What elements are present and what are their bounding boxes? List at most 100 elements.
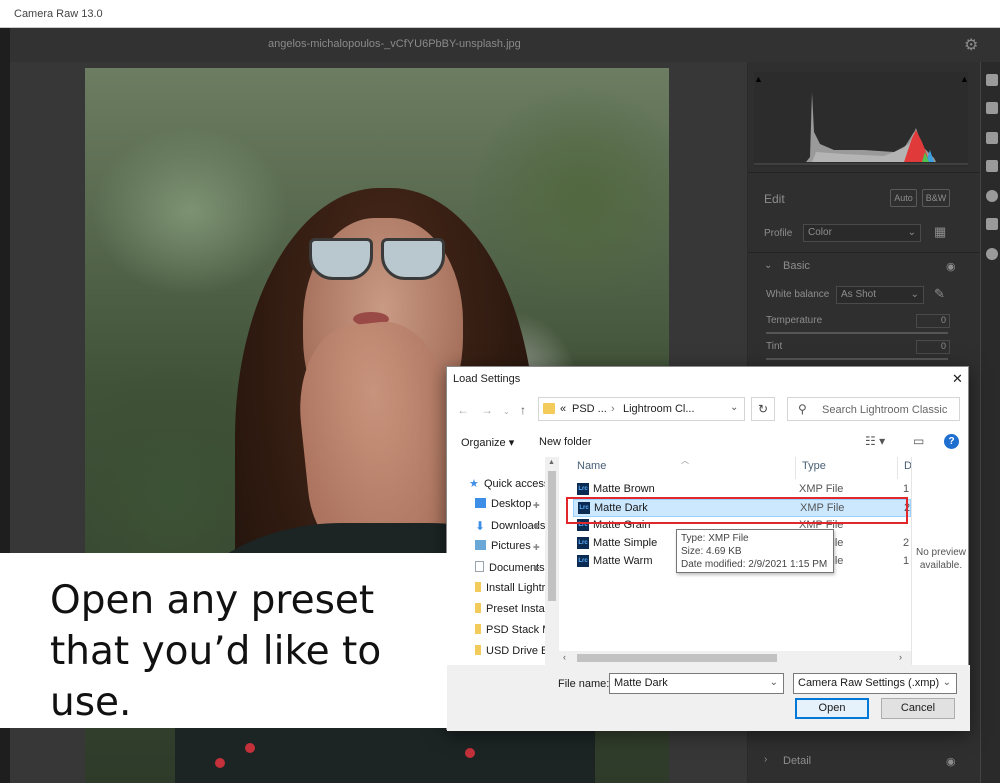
chevron-right-icon: › [764,754,768,765]
tooltip-size: Size: 4.69 KB [681,546,742,557]
edit-tool-icon[interactable] [986,74,998,86]
nav-quick-access[interactable]: ★ Quick access [469,477,551,495]
refresh-icon[interactable]: ↻ [751,397,775,421]
download-arrow-icon: ⬇ [475,519,486,533]
detail-section-label: Detail [783,755,812,767]
open-button[interactable]: Open [795,698,869,719]
highlight-box [566,497,908,524]
profile-select-value: Color [808,227,832,238]
instruction-caption: Open any preset that you’d like to use. [0,553,447,728]
tint-value[interactable]: 0 [916,340,950,354]
file-name-label: File name: [558,678,610,690]
app-title: Camera Raw 13.0 [14,8,103,20]
chevron-down-icon: ⌄ [942,677,951,688]
navigation-pane: ★ Quick access Desktop ⬇ Downloads Picture… [447,457,559,665]
chevron-down-icon[interactable]: ⌄ [764,260,772,271]
file-list-hscrollbar[interactable]: ‹ › [559,651,911,665]
bw-button[interactable]: B&W [922,189,950,207]
lrc-file-icon: Lrc [577,537,589,549]
scrollbar-thumb[interactable] [548,471,556,601]
temperature-value[interactable]: 0 [916,314,950,328]
scroll-right-icon[interactable]: › [899,652,902,662]
dialog-title: Load Settings [453,373,521,385]
document-icon [475,561,484,572]
mask-tool-icon[interactable] [986,160,998,172]
column-separator[interactable] [897,457,898,479]
folder-icon [543,403,555,414]
cancel-button[interactable]: Cancel [881,698,955,719]
lrc-file-icon: Lrc [577,483,589,495]
auto-button[interactable]: Auto [890,189,917,207]
heal-tool-icon[interactable] [986,132,998,144]
file-date: 1 [903,483,910,495]
snapshot-tool-icon[interactable] [986,218,998,230]
help-icon[interactable]: ? [944,434,959,449]
gear-icon[interactable]: ⚙ [964,35,978,55]
eyedropper-icon[interactable]: ✎ [934,286,945,302]
crop-tool-icon[interactable] [986,102,998,114]
chevron-down-icon[interactable]: ⌄ [770,677,778,688]
browse-profiles-icon[interactable]: ▦ [934,224,946,240]
preview-message: No preview [915,547,967,558]
up-arrow-icon[interactable]: ↑ [520,403,526,417]
lrc-file-icon: Lrc [577,555,589,567]
preview-pane-icon[interactable]: ▭ [913,434,924,448]
forward-arrow-icon[interactable]: → [481,403,493,417]
basic-section-label[interactable]: Basic [783,260,810,272]
tooltip-date: Date modified: 2/9/2021 1:15 PM [681,559,828,570]
recent-locations-icon[interactable]: ⌄ [503,407,510,416]
file-name-field[interactable]: Matte Dark ⌄ [609,673,784,694]
search-input[interactable]: Search Lightroom Classic [822,404,947,416]
organize-button[interactable]: Organize ▾ [461,436,514,449]
file-date: 2 [903,537,910,549]
breadcrumb-separator: › [611,403,615,415]
file-name: Matte Simple [593,537,658,549]
presets-tool-icon[interactable] [986,248,998,260]
photo-sunglasses-left [309,238,373,280]
star-icon: ★ [469,478,479,490]
pin-icon: ✚ [533,522,540,531]
profile-label: Profile [764,228,793,239]
temperature-slider[interactable] [766,332,948,334]
folder-icon [475,645,481,655]
preview-message: available. [919,560,963,571]
chevron-down-icon[interactable]: ⌄ [730,402,738,413]
redeye-tool-icon[interactable] [986,190,998,202]
histogram-graph [754,92,968,165]
preview-pane: No preview available. [911,457,970,665]
address-bar[interactable]: « PSD ... › Lightroom Cl... ⌄ [538,397,745,421]
white-balance-value: As Shot [841,289,877,300]
tool-strip [980,62,1000,783]
scroll-left-icon[interactable]: ‹ [563,652,566,662]
eye-icon[interactable]: ◉ [946,755,956,768]
back-arrow-icon[interactable]: ← [457,403,469,417]
new-folder-button[interactable]: New folder [539,436,592,448]
address-prefix: « [560,403,567,415]
white-balance-select[interactable]: As Shot ⌄ [836,286,924,304]
scroll-up-icon[interactable]: ▲ [548,459,555,466]
file-type-value: Camera Raw Settings (.xmp) [798,677,940,689]
pin-icon: ✚ [533,501,540,510]
caption-text: Open any preset that you’d like to use. [50,578,382,725]
eye-icon[interactable]: ◉ [946,260,956,273]
tint-slider[interactable] [766,358,948,360]
column-separator[interactable] [795,457,796,479]
image-filename: angelos-michalopoulos-_vCfYU6PbBY-unspla… [268,38,521,50]
column-header-type[interactable]: Type [802,460,826,472]
column-header-name[interactable]: Name [577,460,606,472]
search-box[interactable]: ⚲ Search Lightroom Classic [787,397,960,421]
profile-select[interactable]: Color ⌄ [803,224,921,242]
desktop-icon [475,498,486,508]
scrollbar-thumb[interactable] [577,654,777,662]
breadcrumb-lightroom[interactable]: Lightroom Cl... [623,403,695,415]
pin-icon: ✚ [533,543,540,552]
breadcrumb-psd[interactable]: PSD ... [572,403,607,415]
folder-icon [475,624,481,634]
close-icon[interactable]: ✕ [952,371,963,387]
folder-icon [475,582,481,592]
file-type-select[interactable]: Camera Raw Settings (.xmp) ⌄ [793,673,957,694]
file-date: 1 [903,555,910,567]
view-options-icon[interactable]: ☷ ▾ [865,434,885,448]
detail-section[interactable]: › Detail ◉ [748,748,980,776]
nav-scrollbar[interactable]: ▲ [545,457,559,665]
